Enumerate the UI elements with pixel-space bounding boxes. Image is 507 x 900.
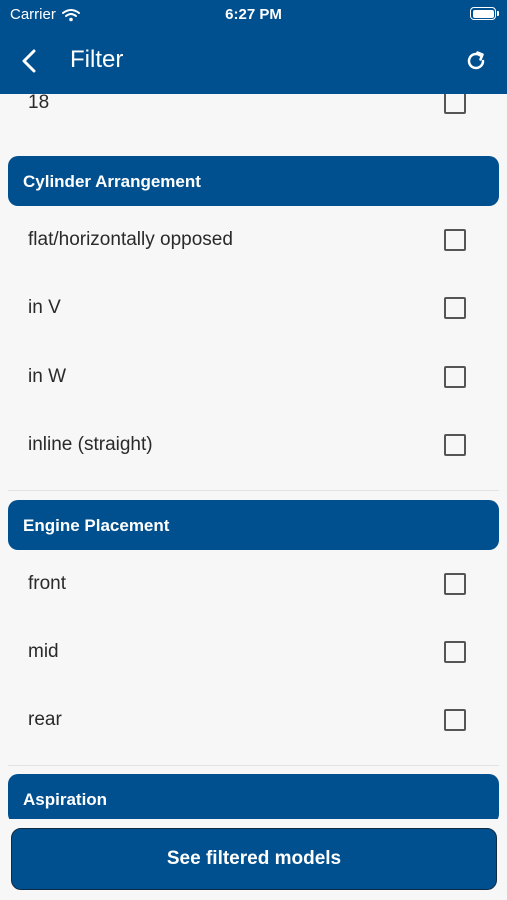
option-label: rear (28, 709, 62, 730)
option-checkbox[interactable] (444, 573, 466, 595)
option-label: flat/horizontally opposed (28, 229, 233, 250)
top-bar: Carrier 6:27 PM Filter (0, 0, 507, 94)
option-checkbox[interactable] (444, 94, 466, 114)
option-checkbox[interactable] (444, 709, 466, 731)
bottom-bar: See filtered models (0, 819, 507, 900)
see-filtered-models-button[interactable]: See filtered models (11, 828, 497, 890)
list-item[interactable]: front (0, 550, 507, 618)
option-checkbox[interactable] (444, 297, 466, 319)
filter-list[interactable]: 18 Cylinder Arrangement flat/horizontall… (0, 94, 507, 819)
status-time: 6:27 PM (225, 6, 282, 23)
chevron-left-icon (22, 49, 36, 73)
option-checkbox[interactable] (444, 229, 466, 251)
status-bar: Carrier 6:27 PM (0, 0, 507, 28)
list-item[interactable]: rear (0, 686, 507, 754)
option-label: in V (28, 297, 61, 318)
option-label: in W (28, 366, 66, 387)
back-button[interactable] (12, 44, 46, 78)
list-item[interactable]: in W (0, 343, 507, 411)
section-divider (8, 490, 499, 491)
option-label: mid (28, 641, 59, 662)
refresh-icon (467, 51, 485, 70)
option-checkbox[interactable] (444, 366, 466, 388)
list-item[interactable]: mid (0, 618, 507, 686)
page-title: Filter (70, 46, 124, 73)
list-item[interactable]: inline (straight) (0, 411, 507, 479)
section-title: Cylinder Arrangement (23, 172, 201, 191)
option-checkbox[interactable] (444, 434, 466, 456)
option-label: inline (straight) (28, 434, 153, 455)
section-title: Engine Placement (23, 516, 170, 535)
nav-bar: Filter (0, 28, 507, 94)
option-checkbox[interactable] (444, 641, 466, 663)
section-header-aspiration: Aspiration (8, 774, 499, 819)
option-label: 18 (28, 94, 50, 113)
list-item[interactable]: flat/horizontally opposed (0, 206, 507, 274)
section-divider (8, 765, 499, 766)
list-item[interactable]: 18 (0, 94, 507, 137)
battery-icon (470, 7, 499, 20)
list-item[interactable]: in V (0, 274, 507, 342)
option-label: front (28, 573, 67, 594)
refresh-button[interactable] (459, 44, 493, 78)
section-header-engine-placement: Engine Placement (8, 500, 499, 550)
section-header-cylinder-arrangement: Cylinder Arrangement (8, 156, 499, 206)
section-title: Aspiration (23, 790, 108, 809)
